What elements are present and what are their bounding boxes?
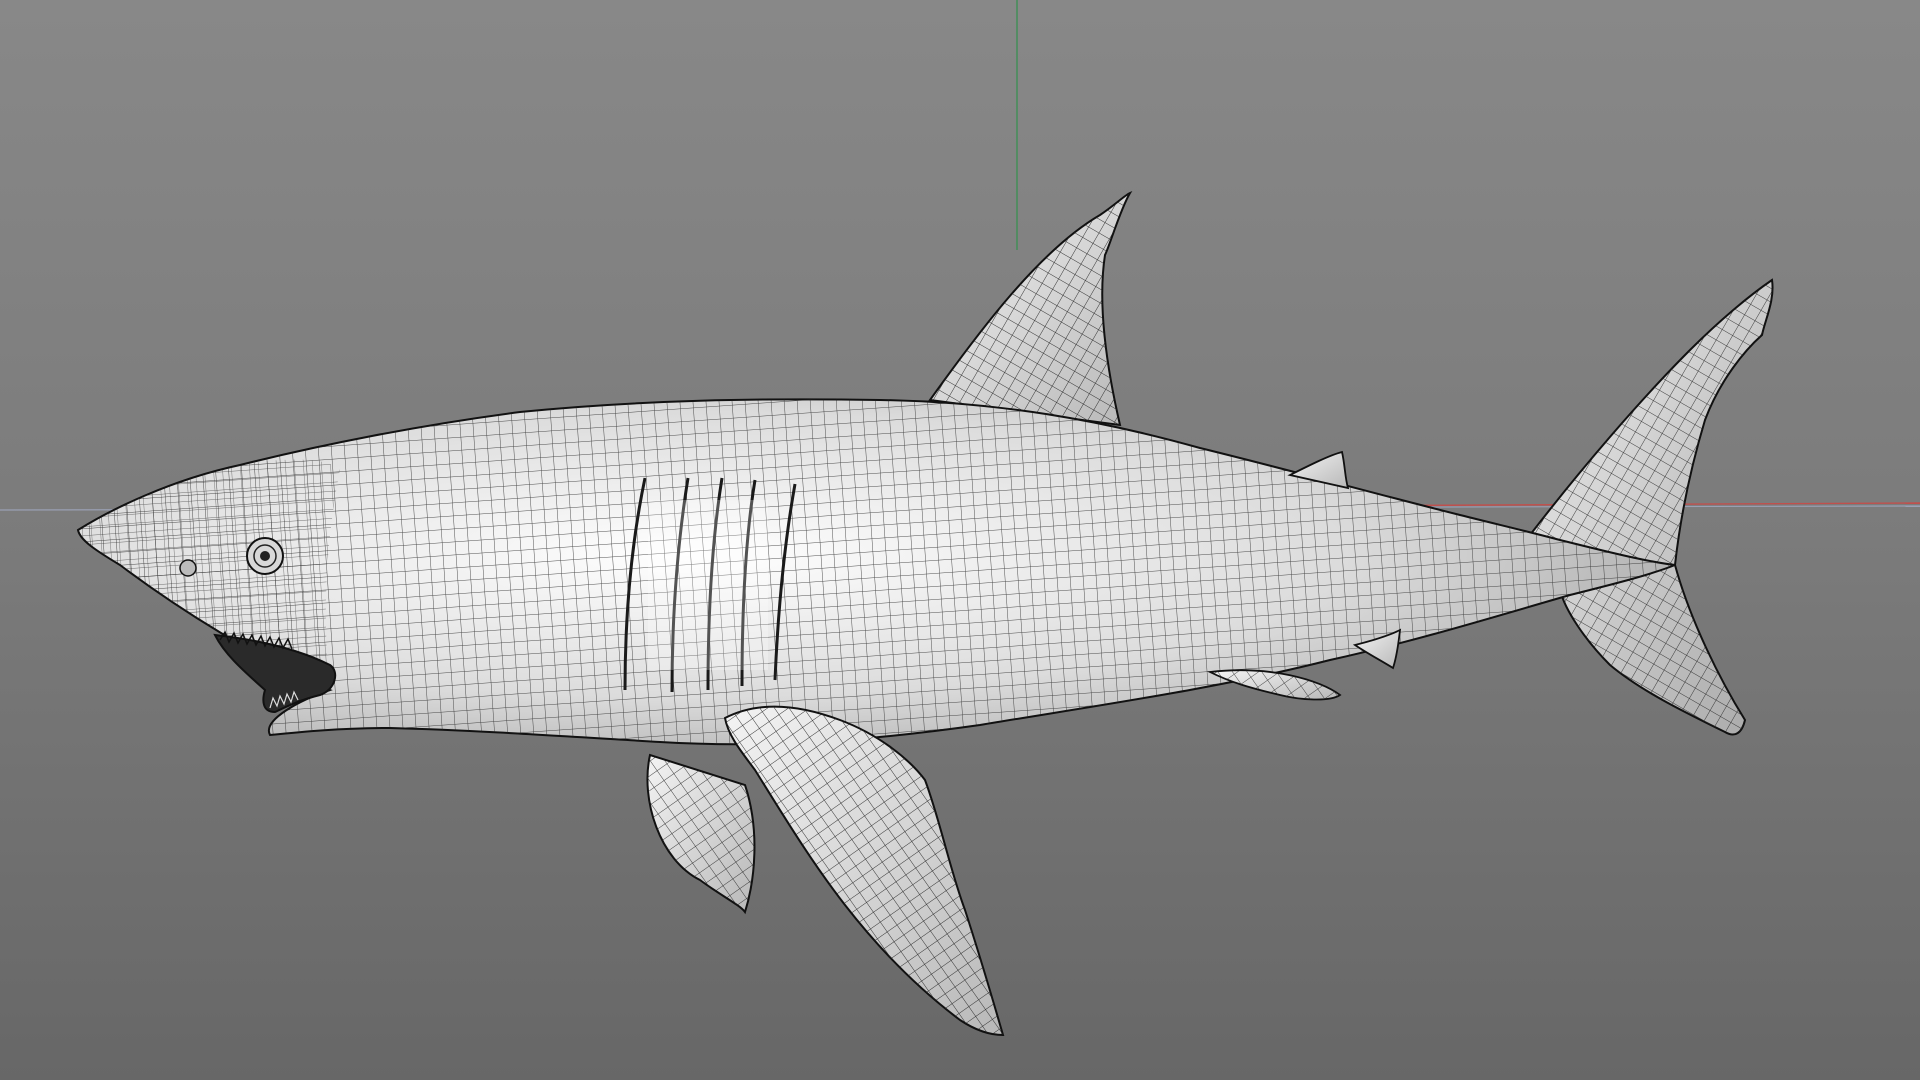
right-pectoral-fin[interactable]: [723, 705, 1005, 1037]
pelvic-fin: [1206, 669, 1342, 701]
shark-model[interactable]: [76, 190, 1774, 1037]
viewport-canvas[interactable]: [0, 0, 1920, 1080]
3d-viewport[interactable]: [0, 0, 1920, 1080]
dorsal-fin[interactable]: [928, 190, 1133, 427]
left-pectoral-fin[interactable]: [646, 753, 756, 915]
caudal-fin[interactable]: [1528, 278, 1774, 736]
gill-highlight: [648, 500, 768, 670]
